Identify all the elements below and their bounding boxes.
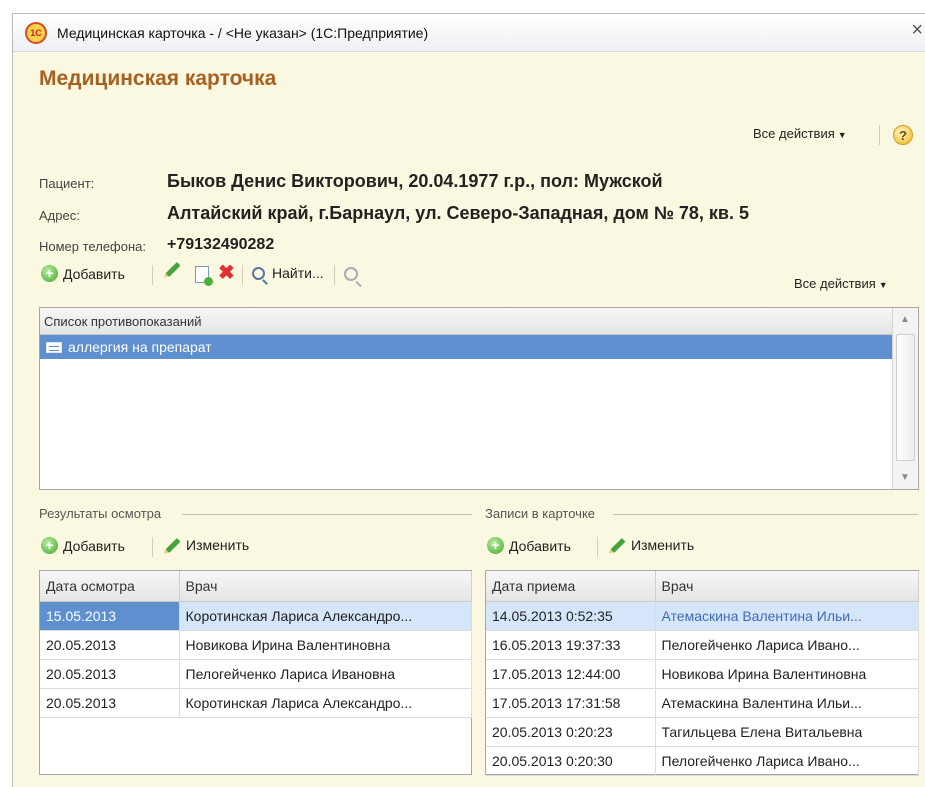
add-label: Добавить [509,537,571,554]
card-records-table[interactable]: Дата приема Врач 14.05.2013 0:52:35 Атем… [485,570,919,776]
add-label: Добавить [63,537,125,554]
visit-date-cell[interactable]: 17.05.2013 12:44:00 [486,659,656,689]
patient-label: Пациент: [39,176,95,191]
edit-label: Изменить [186,537,250,553]
add-card-record-button[interactable]: + Добавить [487,537,571,554]
table-row[interactable]: 20.05.2013 0:20:23 Тагильцева Елена Вита… [486,717,919,747]
visit-date-cell[interactable]: 20.05.2013 0:20:23 [486,717,656,747]
add-icon: + [487,537,504,554]
add-icon: + [41,265,58,282]
window-title: Медицинская карточка - / <Не указан> (1С… [57,25,429,41]
doctor-cell[interactable]: Новикова Ирина Валентиновна [179,630,472,660]
table-row[interactable]: 20.05.2013 Пелогейченко Лариса Ивановна [40,659,472,689]
chevron-down-icon: ▼ [878,280,888,290]
form-all-actions-button[interactable]: Все действия ▼ [753,126,847,141]
phone-value: +79132490282 [167,236,275,253]
form-title: Медицинская карточка [39,67,277,90]
table-row[interactable]: 20.05.2013 0:20:30 Пелогейченко Лариса И… [486,746,919,776]
edit-card-record-button[interactable]: Изменить [610,537,694,553]
scroll-thumb[interactable] [896,334,915,461]
doctor-cell[interactable]: Пелогейченко Лариса Ивановна [179,659,472,689]
list-item[interactable]: аллергия на препарат [40,335,893,359]
copy-icon[interactable] [195,266,213,286]
list-item-label: аллергия на препарат [68,339,212,355]
column-header-visit-date[interactable]: Дата приема [486,571,656,602]
exam-results-table[interactable]: Дата осмотра Врач 15.05.2013 Коротинская… [39,570,472,775]
edit-contraindication-button[interactable] [165,262,181,277]
contraindications-list[interactable]: Список противопоказаний аллергия на преп… [39,307,919,490]
column-header-doctor[interactable]: Врач [179,571,472,602]
visit-date-cell[interactable]: 17.05.2013 17:31:58 [486,688,656,718]
pencil-icon [165,537,181,553]
chevron-down-icon: ▼ [837,130,847,140]
visit-date-cell[interactable]: 16.05.2013 19:37:33 [486,630,656,660]
all-actions-label: Все действия [753,126,835,141]
toolbar-separator [879,125,880,145]
exam-date-cell[interactable]: 15.05.2013 [40,601,180,631]
edit-label: Изменить [631,537,695,553]
title-bar[interactable]: 1С Медицинская карточка - / <Не указан> … [13,14,925,52]
add-label: Добавить [63,265,125,282]
table-row[interactable]: 16.05.2013 19:37:33 Пелогейченко Лариса … [486,630,919,660]
table-row[interactable]: 20.05.2013 Новикова Ирина Валентиновна [40,630,472,660]
contraindications-header: Список противопоказаний [40,308,893,335]
toolbar-separator [152,537,153,557]
exam-date-cell[interactable]: 20.05.2013 [40,630,180,660]
1c-app-icon: 1С [25,22,47,44]
add-exam-result-button[interactable]: + Добавить [41,537,125,554]
scroll-down-icon[interactable]: ▼ [900,472,910,483]
find-label: Найти... [272,265,324,281]
table-row[interactable]: 15.05.2013 Коротинская Лариса Александро… [40,601,472,631]
help-icon[interactable]: ? [893,125,913,145]
visit-date-cell[interactable]: 20.05.2013 0:20:30 [486,746,656,776]
address-value: Алтайский край, г.Барнаул, ул. Северо-За… [167,203,749,223]
group-divider [182,514,472,515]
vertical-scrollbar[interactable]: ▲ ▼ [892,308,918,489]
address-label: Адрес: [39,208,80,223]
doctor-cell[interactable]: Атемаскина Валентина Ильи... [655,601,919,631]
toolbar-separator [597,537,598,557]
card-records-group-title: Записи в карточке [485,506,596,521]
add-contraindication-button[interactable]: + Добавить [41,265,125,282]
doctor-cell[interactable]: Коротинская Лариса Александро... [179,601,472,631]
table-header-row: Дата приема Врач [486,571,919,602]
table-row[interactable]: 14.05.2013 0:52:35 Атемаскина Валентина … [486,601,919,631]
patient-value: Быков Денис Викторович, 20.04.1977 г.р.,… [167,171,663,191]
close-button[interactable]: × [911,19,923,42]
doctor-cell[interactable]: Новикова Ирина Валентиновна [655,659,919,689]
exam-date-cell[interactable]: 20.05.2013 [40,659,180,689]
medical-card-window: 1С Медицинская карточка - / <Не указан> … [12,13,925,787]
column-header-doctor[interactable]: Врач [655,571,919,602]
visit-date-cell[interactable]: 14.05.2013 0:52:35 [486,601,656,631]
pencil-icon [165,262,181,277]
doctor-cell[interactable]: Пелогейченко Лариса Ивано... [655,746,919,776]
doctor-cell[interactable]: Коротинская Лариса Александро... [179,688,472,718]
record-icon [46,341,62,353]
column-header-exam-date[interactable]: Дата осмотра [40,571,180,602]
toolbar-separator [334,265,335,285]
find-button[interactable]: Найти... [252,265,324,281]
cancel-search-icon[interactable] [344,267,358,281]
toolbar-separator [152,265,153,285]
all-actions-label: Все действия [794,276,876,291]
add-icon: + [41,537,58,554]
toolbar-separator [242,265,243,285]
pencil-icon [610,537,626,553]
doctor-cell[interactable]: Тагильцева Елена Витальевна [655,717,919,747]
phone-label: Номер телефона: [39,239,146,254]
doctor-cell[interactable]: Пелогейченко Лариса Ивано... [655,630,919,660]
list-all-actions-button[interactable]: Все действия ▼ [794,276,888,291]
edit-exam-result-button[interactable]: Изменить [165,537,249,553]
scroll-up-icon[interactable]: ▲ [900,314,910,325]
doctor-cell[interactable]: Атемаскина Валентина Ильи... [655,688,919,718]
table-header-row: Дата осмотра Врач [40,571,472,602]
search-icon [252,266,265,280]
table-row[interactable]: 17.05.2013 17:31:58 Атемаскина Валентина… [486,688,919,718]
table-row[interactable]: 17.05.2013 12:44:00 Новикова Ирина Вален… [486,659,919,689]
exam-results-group-title: Результаты осмотра [39,506,162,521]
delete-icon[interactable]: ✖ [218,260,235,285]
group-divider [613,514,918,515]
table-row[interactable]: 20.05.2013 Коротинская Лариса Александро… [40,688,472,718]
exam-date-cell[interactable]: 20.05.2013 [40,688,180,718]
